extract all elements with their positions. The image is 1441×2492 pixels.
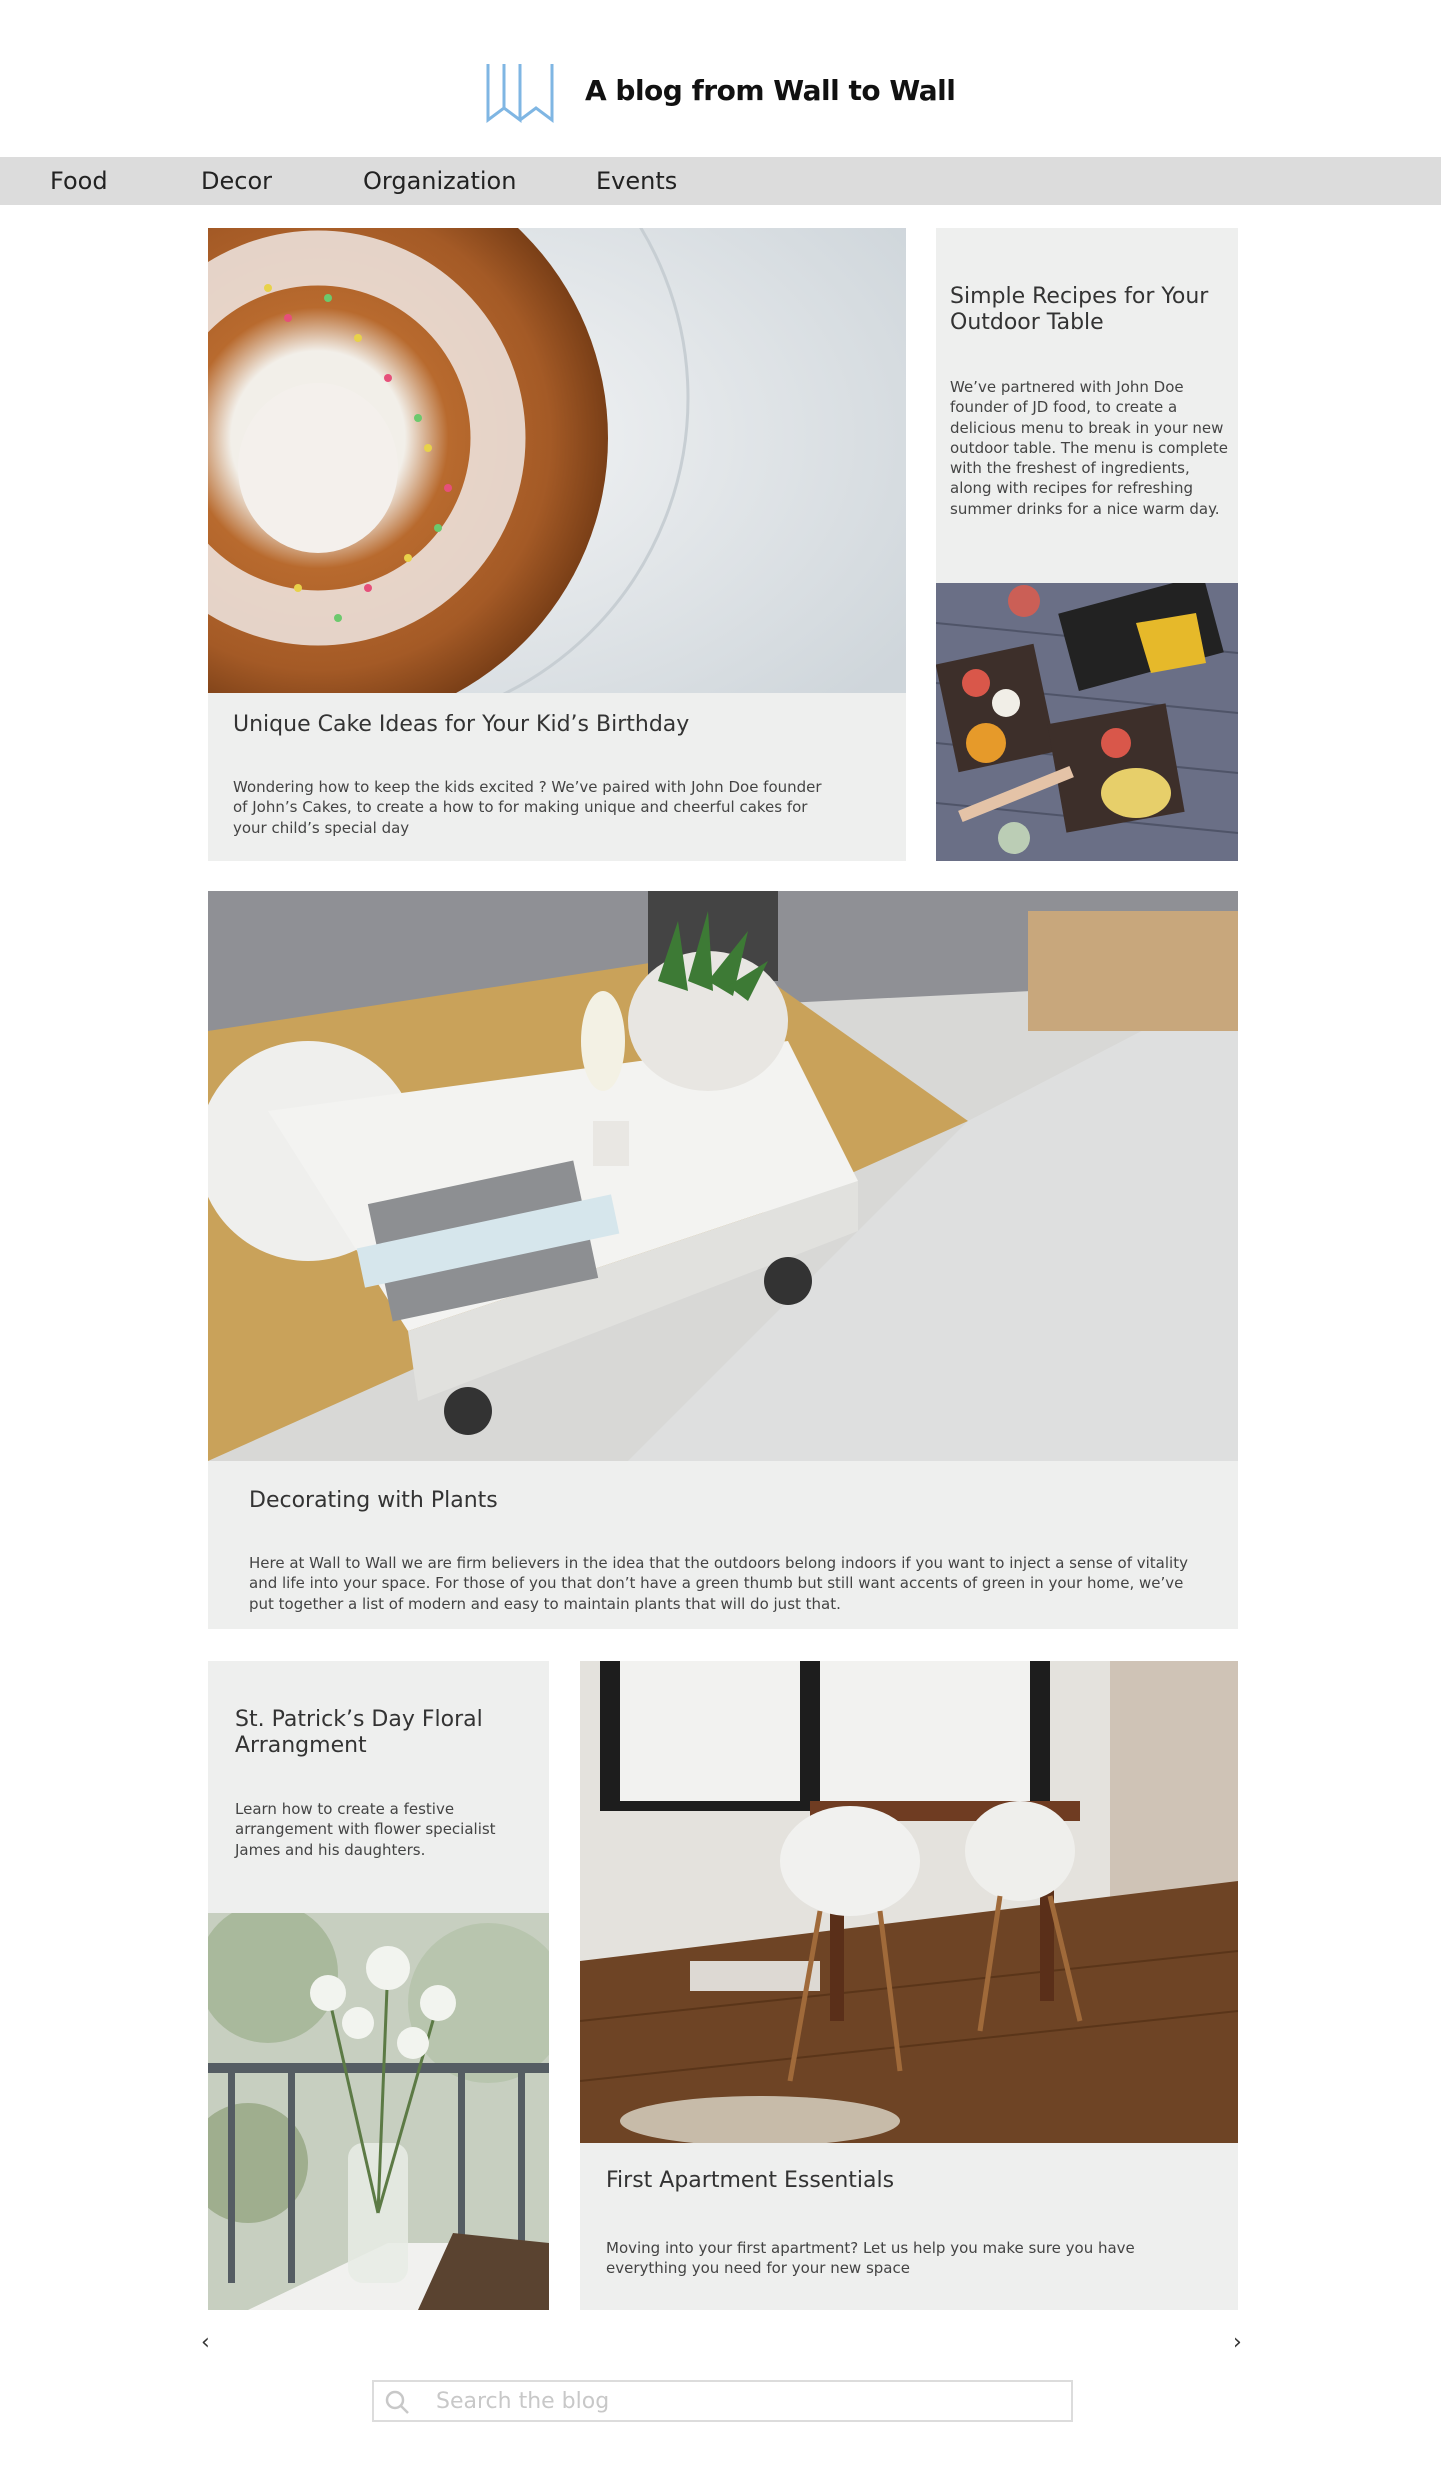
post-panel-floral — [208, 1661, 549, 1913]
post-image-apartment[interactable] — [580, 1661, 1238, 2143]
post-image-outdoor-table[interactable] — [936, 583, 1238, 861]
post-title-cake[interactable]: Unique Cake Ideas for Your Kid’s Birthda… — [233, 712, 873, 738]
post-text-plants: Here at Wall to Wall we are firm believe… — [249, 1554, 1188, 1613]
wall-logo-icon[interactable] — [484, 56, 556, 128]
post-image-floral[interactable] — [208, 1913, 549, 2310]
post-text-apartment: Moving into your first apartment? Let us… — [606, 2239, 1135, 2278]
nav-item-events[interactable]: Events — [596, 157, 677, 205]
post-text-cake: Wondering how to keep the kids excited ?… — [233, 778, 822, 837]
prev-page-button[interactable]: ‹ — [201, 2330, 210, 2355]
nav-item-organization[interactable]: Organization — [363, 157, 516, 205]
post-text-outdoor-table: We’ve partnered with John Doe founder of… — [950, 378, 1229, 518]
site-title[interactable]: A blog from Wall to Wall — [585, 74, 956, 107]
post-title-apartment[interactable]: First Apartment Essentials — [606, 2168, 1206, 2194]
search-icon[interactable] — [384, 2389, 410, 2415]
post-text-floral: Learn how to create a festive arrangemen… — [235, 1800, 496, 1859]
site-header: A blog from Wall to Wall — [0, 0, 1441, 157]
post-image-cake[interactable] — [208, 228, 906, 693]
post-title-outdoor-table[interactable]: Simple Recipes for Your Outdoor Table — [950, 284, 1230, 337]
nav-item-decor[interactable]: Decor — [201, 157, 272, 205]
next-page-button[interactable]: › — [1233, 2330, 1242, 2355]
main-nav: Food Decor Organization Events — [0, 157, 1441, 205]
post-image-plants[interactable] — [208, 891, 1238, 1461]
post-title-plants[interactable]: Decorating with Plants — [249, 1488, 1149, 1514]
nav-item-food[interactable]: Food — [50, 157, 108, 205]
post-title-floral[interactable]: St. Patrick’s Day Floral Arrangment — [235, 1707, 535, 1760]
search-input[interactable] — [436, 2384, 1056, 2418]
search-bar[interactable] — [372, 2380, 1073, 2422]
